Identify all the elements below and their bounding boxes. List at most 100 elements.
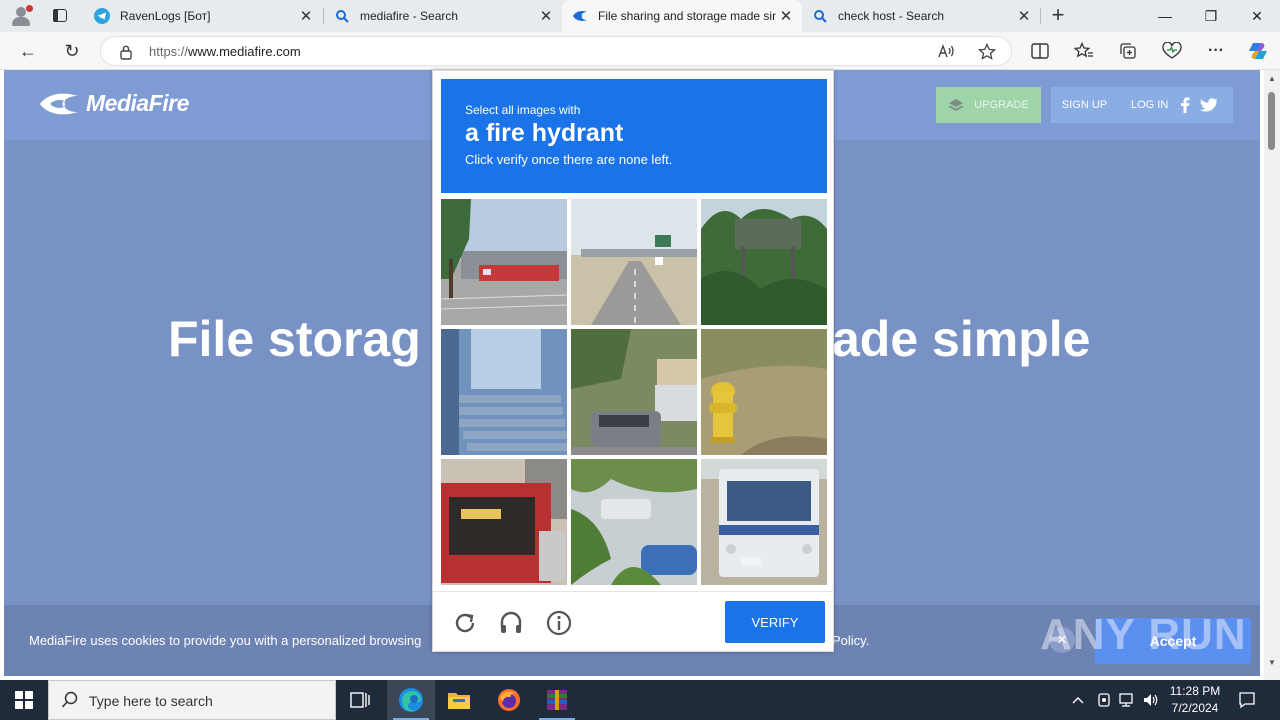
address-bar[interactable]: https://www.mediafire.com <box>100 36 1012 66</box>
search-icon <box>61 691 78 708</box>
folder-icon <box>448 693 470 709</box>
facebook-icon[interactable] <box>1178 97 1192 113</box>
taskbar-file-explorer[interactable] <box>435 680 483 720</box>
refresh-button[interactable]: ↻ <box>59 39 85 63</box>
captcha-footer-divider <box>433 591 833 592</box>
device-icon[interactable] <box>1094 680 1114 720</box>
task-view-button[interactable] <box>336 680 384 720</box>
captcha-tile-highway-overpass[interactable] <box>571 199 697 325</box>
settings-more-icon[interactable]: ··· <box>1204 40 1228 62</box>
captcha-tile-car-behind-plants[interactable] <box>571 459 697 585</box>
notification-icon[interactable] <box>1236 680 1258 720</box>
captcha-target: a fire hydrant <box>465 119 624 147</box>
windows-taskbar: Type here to search 11:28 PM 7/2/2024 <box>0 680 1280 720</box>
tab-mediafire-site[interactable]: File sharing and storage made sim ✕ <box>562 0 802 32</box>
twitter-icon[interactable] <box>1200 97 1218 113</box>
clock-time: 11:28 PM <box>1169 684 1221 698</box>
captcha-tile-trucks-depot[interactable] <box>441 199 567 325</box>
close-icon[interactable]: ✕ <box>296 7 316 25</box>
copilot-icon[interactable] <box>1246 40 1270 62</box>
headphones-icon[interactable] <box>497 609 525 637</box>
tab-title: RavenLogs [Бот] <box>120 9 211 23</box>
tab-title: mediafire - Search <box>360 9 459 23</box>
split-screen-icon[interactable] <box>1028 40 1052 62</box>
cookie-message: MediaFire uses cookies to provide you wi… <box>29 633 422 648</box>
upgrade-button[interactable]: UPGRADE <box>936 87 1041 123</box>
network-icon[interactable] <box>1116 680 1138 720</box>
minimize-button[interactable]: — <box>1142 0 1188 32</box>
browser-essentials-icon[interactable] <box>1160 40 1184 62</box>
captcha-tile-red-bus[interactable] <box>441 459 567 585</box>
taskbar-search-box[interactable]: Type here to search <box>48 680 336 720</box>
tab-ravenlogs[interactable]: RavenLogs [Бот] ✕ <box>84 0 322 32</box>
captcha-tile-yellow-fire-hydrant[interactable] <box>701 329 827 455</box>
mediafire-logo[interactable]: MediaFire <box>38 90 189 117</box>
favorite-star-icon[interactable] <box>977 42 997 61</box>
tab-separator <box>1040 8 1041 24</box>
taskbar-edge[interactable] <box>387 680 435 720</box>
captcha-tile-road-sign-trees[interactable] <box>701 199 827 325</box>
close-window-button[interactable]: ✕ <box>1234 0 1280 32</box>
hero-text-left: File storag <box>168 311 421 367</box>
tray-overflow-icon[interactable] <box>1068 680 1088 720</box>
windows-logo-icon <box>15 691 33 709</box>
anyrun-watermark: ANY RUN <box>1040 610 1247 659</box>
winrar-icon <box>547 690 567 710</box>
edge-icon <box>399 688 423 712</box>
cookie-policy-link[interactable]: Policy. <box>832 633 869 648</box>
page-scrollbar[interactable]: ▲ ▼ <box>1264 70 1280 680</box>
logo-text: MediaFire <box>86 90 189 116</box>
close-icon[interactable]: ✕ <box>536 7 556 25</box>
lock-icon[interactable] <box>119 44 133 65</box>
taskbar-clock[interactable]: 11:28 PM 7/2/2024 <box>1160 683 1230 717</box>
new-tab-button[interactable]: + <box>1046 4 1070 28</box>
scroll-down-icon[interactable]: ▼ <box>1268 658 1276 667</box>
search-placeholder: Type here to search <box>89 693 213 709</box>
favorites-icon[interactable] <box>1072 40 1096 62</box>
login-button[interactable]: LOG IN <box>1118 87 1233 123</box>
info-icon[interactable] <box>545 609 573 637</box>
captcha-prompt: Select all images with a fire hydrant Cl… <box>441 79 827 193</box>
verify-button[interactable]: VERIFY <box>725 601 825 643</box>
login-label: LOG IN <box>1131 99 1169 111</box>
scroll-up-icon[interactable]: ▲ <box>1268 74 1276 83</box>
url-host: www.mediafire.com <box>188 44 301 59</box>
upgrade-label: UPGRADE <box>974 99 1029 111</box>
scroll-thumb[interactable] <box>1268 92 1275 150</box>
captcha-tile-white-bus[interactable] <box>701 459 827 585</box>
url-text[interactable]: https://www.mediafire.com <box>149 44 301 59</box>
read-aloud-icon[interactable] <box>937 43 957 61</box>
mediafire-icon <box>572 8 588 24</box>
captcha-hint: Click verify once there are none left. <box>465 152 673 167</box>
volume-icon[interactable] <box>1140 680 1162 720</box>
close-icon[interactable]: ✕ <box>776 7 796 25</box>
upgrade-icon <box>948 99 964 111</box>
telegram-icon <box>94 8 110 24</box>
back-button[interactable]: ← <box>15 39 41 63</box>
profile-avatar-icon[interactable] <box>8 4 34 28</box>
hero-text-right: ade simple <box>832 311 1091 367</box>
captcha-instruction: Select all images with <box>465 103 581 117</box>
refresh-icon[interactable] <box>451 609 479 637</box>
start-button[interactable] <box>0 680 48 720</box>
collections-icon[interactable] <box>1116 40 1140 62</box>
tab-title: check host - Search <box>838 9 945 23</box>
firefox-icon <box>498 689 520 711</box>
taskbar-firefox[interactable] <box>485 680 533 720</box>
taskbar-winrar[interactable] <box>533 680 581 720</box>
restore-button[interactable]: ❐ <box>1188 0 1234 32</box>
search-icon <box>334 8 350 24</box>
captcha-tile-building-stairs[interactable] <box>441 329 567 455</box>
tab-checkhost-search[interactable]: check host - Search ✕ <box>802 0 1040 32</box>
tab-title: File sharing and storage made sim <box>598 9 776 23</box>
browser-toolbar: ← ↻ https://www.mediafire.com ··· <box>0 32 1280 70</box>
close-icon[interactable]: ✕ <box>1014 7 1034 25</box>
mediafire-flame-icon <box>40 93 78 114</box>
url-scheme: https:// <box>149 44 189 59</box>
captcha-dialog: Select all images with a fire hydrant Cl… <box>432 70 834 652</box>
tab-actions-icon[interactable] <box>50 6 70 26</box>
captcha-tile-parked-cars[interactable] <box>571 329 697 455</box>
clock-date: 7/2/2024 <box>1171 701 1219 715</box>
signup-button[interactable]: SIGN UP <box>1051 87 1118 123</box>
tab-mediafire-search[interactable]: mediafire - Search ✕ <box>324 0 562 32</box>
